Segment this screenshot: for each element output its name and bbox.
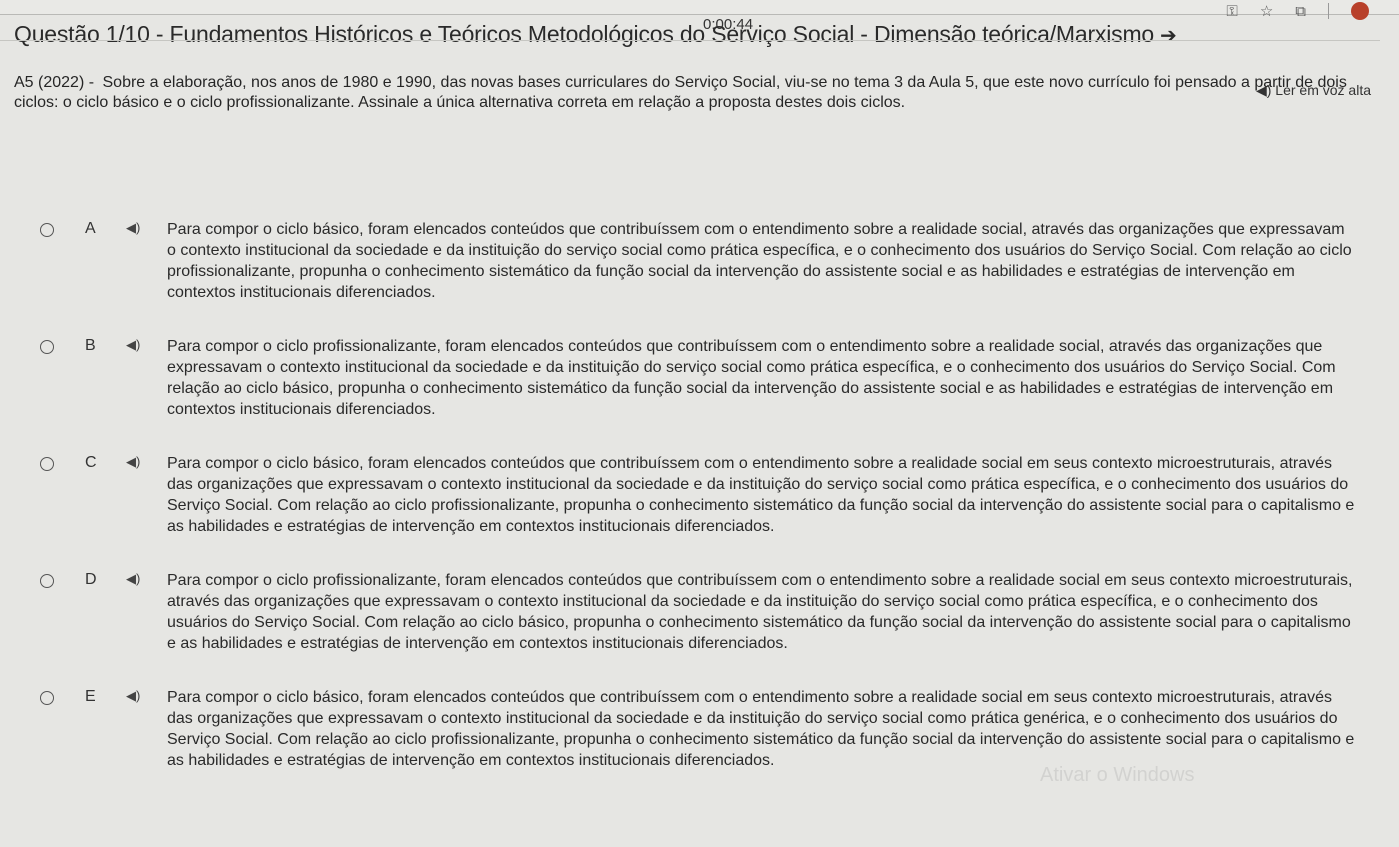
star-icon[interactable]: ☆ <box>1260 2 1273 20</box>
radio-button[interactable] <box>40 340 54 354</box>
key-icon[interactable]: ⚿ <box>1226 3 1237 20</box>
option-text: Para compor o ciclo profissionalizante, … <box>167 572 1353 652</box>
windows-activation-watermark: Ativar o Windows <box>1040 764 1195 786</box>
question-title: Questão 1/10 - Fundamentos Históricos e … <box>14 21 1177 48</box>
browser-toolbar: ⚿ ☆ ⧉ <box>1226 2 1369 20</box>
answer-options: A ◀︎) Para compor o ciclo básico, foram … <box>0 214 1399 799</box>
speaker-icon[interactable]: ◀︎) <box>126 337 140 353</box>
question-statement: A5 (2022) - Sobre a elaboração, nos anos… <box>14 73 1364 113</box>
extension-icon[interactable]: ⧉ <box>1295 3 1306 20</box>
option-text: Para compor o ciclo profissionalizante, … <box>167 338 1336 418</box>
question-text: Sobre a elaboração, nos anos de 1980 e 1… <box>14 74 1347 111</box>
option-letter: E <box>85 688 96 705</box>
speaker-icon[interactable]: ◀︎) <box>126 220 140 236</box>
radio-button[interactable] <box>40 574 54 588</box>
browser-top-bar <box>0 0 1399 15</box>
option-c[interactable]: C ◀︎) Para compor o ciclo básico, foram … <box>0 448 1399 565</box>
speaker-icon[interactable]: ◀︎) <box>126 688 140 704</box>
speaker-icon[interactable]: ◀︎) <box>126 571 140 587</box>
option-text: Para compor o ciclo básico, foram elenca… <box>167 221 1352 301</box>
radio-button[interactable] <box>40 691 54 705</box>
option-text: Para compor o ciclo básico, foram elenca… <box>167 689 1355 769</box>
option-a[interactable]: A ◀︎) Para compor o ciclo básico, foram … <box>0 214 1399 331</box>
option-b[interactable]: B ◀︎) Para compor o ciclo profissionaliz… <box>0 331 1399 448</box>
option-letter: A <box>85 220 96 237</box>
speaker-icon[interactable]: ◀︎) <box>126 454 140 470</box>
option-letter: D <box>85 571 97 588</box>
question-id: A5 (2022) - <box>14 74 95 91</box>
question-title-text: Questão 1/10 - Fundamentos Históricos e … <box>14 21 1154 47</box>
radio-button[interactable] <box>40 223 54 237</box>
toolbar-divider <box>1328 3 1329 19</box>
next-arrow-icon[interactable]: ➔ <box>1160 25 1177 47</box>
option-text: Para compor o ciclo básico, foram elenca… <box>167 455 1355 535</box>
option-letter: C <box>85 454 97 471</box>
option-d[interactable]: D ◀︎) Para compor o ciclo profissionaliz… <box>0 565 1399 682</box>
option-letter: B <box>85 337 96 354</box>
title-divider <box>0 40 1380 41</box>
profile-avatar[interactable] <box>1351 2 1369 20</box>
radio-button[interactable] <box>40 457 54 471</box>
